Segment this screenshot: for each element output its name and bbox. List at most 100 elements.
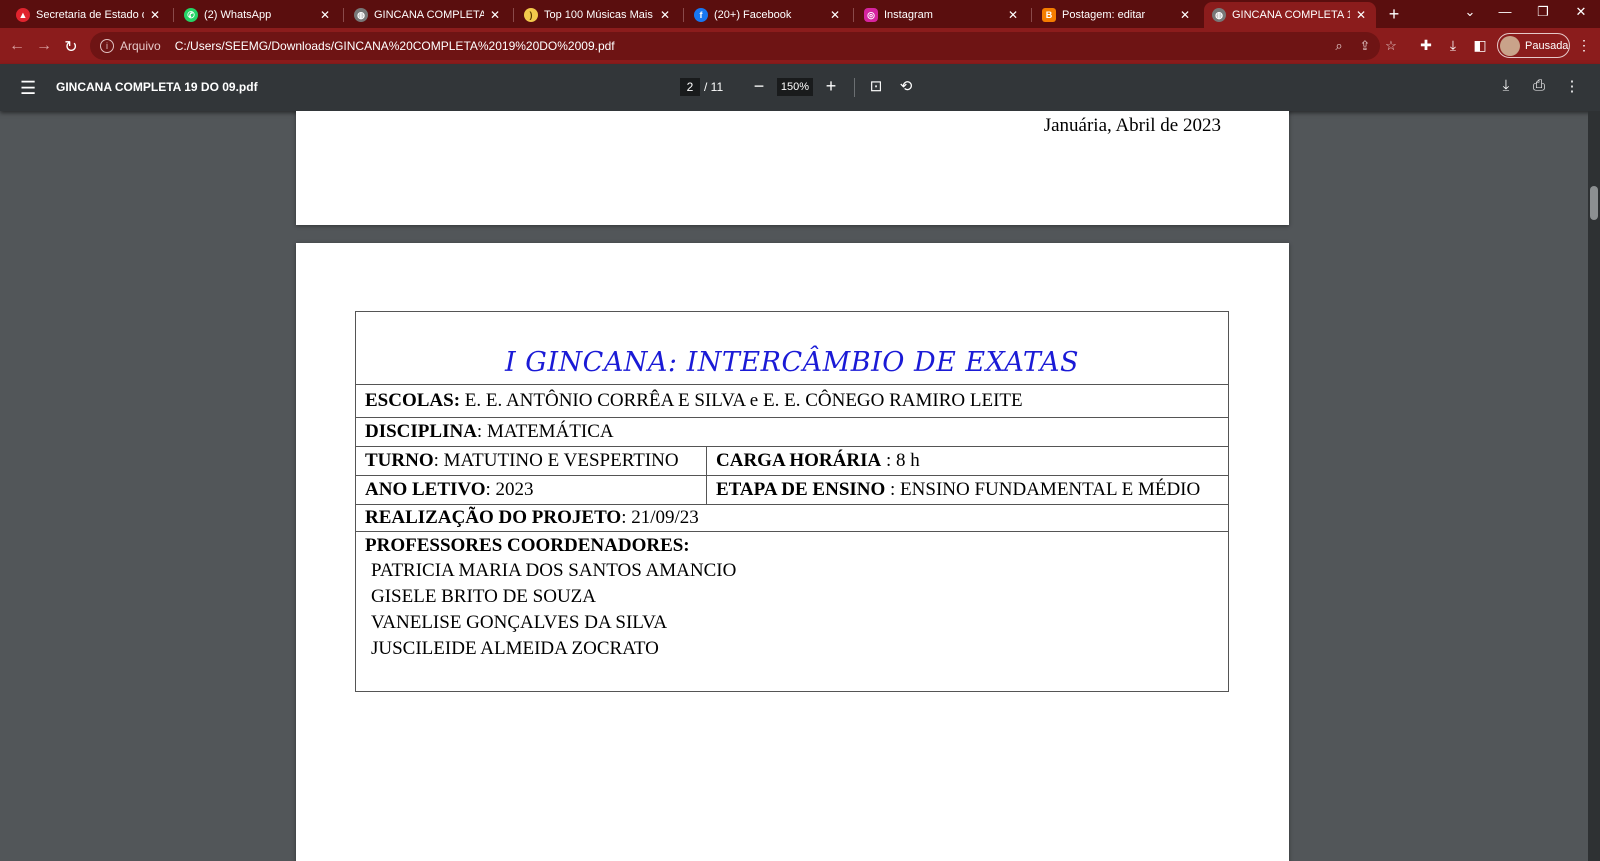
rotate-icon[interactable]: ⟲ [896,77,916,95]
seemg-icon: ▲ [16,8,30,22]
pdf-page-2: I GINCANA: INTERCÂMBIO DE EXATAS ESCOLAS… [296,243,1289,861]
realizacao-row: REALIZAÇÃO DO PROJETO : 21/09/23 [356,504,1228,531]
blogger-icon: B [1042,8,1056,22]
pdf-page-1: Januária, Abril de 2023 [296,111,1289,225]
scheme-label: Arquivo [120,39,161,53]
tab-postagem[interactable]: B Postagem: editar ✕ [1034,2,1200,28]
restore-button[interactable]: ❐ [1528,4,1558,20]
zoom-out-button[interactable]: − [750,76,768,96]
tab-divider [343,8,344,22]
close-icon[interactable]: ✕ [148,8,162,22]
toolbar: ← → ↻ i Arquivo C:/Users/SEEMG/Downloads… [0,28,1600,64]
bookmark-star-icon[interactable]: ☆ [1382,38,1400,54]
pdf-viewer[interactable]: Januária, Abril de 2023 I GINCANA: INTER… [0,111,1600,861]
pdf-filename: GINCANA COMPLETA 19 DO 09.pdf [56,80,258,94]
professor-name: GISELE BRITO DE SOUZA [371,586,597,607]
print-icon[interactable]: ⎙ [1529,77,1549,94]
professor-name: JUSCILEIDE ALMEIDA ZOCRATO [371,638,659,659]
forward-button[interactable]: → [34,37,54,55]
tab-divider [513,8,514,22]
professores-label: PROFESSORES COORDENADORES: [365,535,690,556]
close-icon[interactable]: ✕ [658,8,672,22]
hamburger-menu-icon[interactable]: ☰ [20,78,36,99]
close-window-button[interactable]: ✕ [1566,4,1596,20]
ano-cell: ANO LETIVO : 2023 [356,476,707,504]
escolas-value: E. E. ANTÔNIO CORRÊA E SILVA e E. E. CÔN… [460,390,1023,411]
instagram-icon: ◎ [864,8,878,22]
scrollbar-thumb[interactable] [1590,186,1598,220]
more-menu-icon[interactable]: ⋮ [1574,37,1594,54]
back-button[interactable]: ← [7,37,27,55]
side-panel-icon[interactable]: ◧ [1470,37,1490,54]
tab-search-chevron-icon[interactable]: ⌄ [1455,4,1485,20]
tab-gincana-active[interactable]: ◍ GINCANA COMPLETA 19 D ✕ [1204,2,1376,28]
date-line: Januária, Abril de 2023 [1043,115,1221,136]
close-icon[interactable]: ✕ [1006,8,1020,22]
profile-button[interactable]: Pausada [1497,33,1570,58]
zoom-in-button[interactable]: + [822,76,840,96]
project-title: I GINCANA: INTERCÂMBIO DE EXATAS [505,347,1079,378]
address-bar[interactable]: i Arquivo C:/Users/SEEMG/Downloads/GINCA… [90,32,1397,60]
ano-value: : 2023 [485,479,534,500]
download-pdf-icon[interactable]: ⤓ [1496,77,1516,94]
close-icon[interactable]: ✕ [488,8,502,22]
tab-title: GINCANA COMPLETA 19 D [374,9,484,21]
close-icon[interactable]: ✕ [1354,8,1368,22]
tab-title: Postagem: editar [1062,9,1146,21]
share-icon[interactable]: ⇪ [1356,38,1374,54]
download-icon[interactable]: ⤓ [1443,37,1463,54]
tab-title: Top 100 Músicas Mais Toca [544,9,654,21]
etapa-label: ETAPA DE ENSINO [716,479,886,500]
info-icon[interactable]: i [100,39,114,53]
professor-name: VANELISE GONÇALVES DA SILVA [371,612,668,633]
profile-label: Pausada [1525,39,1569,52]
tab-title: Secretaria de Estado de Ed [36,9,144,21]
close-icon[interactable]: ✕ [318,8,332,22]
tab-title: (2) WhatsApp [204,9,272,21]
avatar [1500,35,1520,56]
fit-page-icon[interactable]: ⊡ [866,77,886,95]
toolbar-divider [854,78,855,97]
page-number-input[interactable]: 2 [680,78,700,96]
minimize-button[interactable]: — [1490,4,1520,19]
zoom-icon[interactable]: ⌕ [1330,38,1348,54]
turno-label: TURNO [365,450,434,471]
tab-whatsapp[interactable]: ✆ (2) WhatsApp ✕ [176,2,340,28]
tab-divider [1031,8,1032,22]
carga-value: : 8 h [885,450,920,471]
url-text[interactable]: C:/Users/SEEMG/Downloads/GINCANA%20COMPL… [175,39,615,53]
professores-row: PROFESSORES COORDENADORES: PATRICIA MARI… [356,531,1228,691]
escolas-row: ESCOLAS: E. E. ANTÔNIO CORRÊA E SILVA e … [356,384,1228,417]
disciplina-value: : MATEMÁTICA [476,421,614,442]
zoom-level-input[interactable]: 150% [777,78,813,96]
tab-divider [683,8,684,22]
vertical-scrollbar[interactable] [1588,111,1600,861]
tab-top100[interactable]: ) Top 100 Músicas Mais Toca ✕ [516,2,680,28]
ano-etapa-row: ANO LETIVO : 2023 ETAPA DE ENSINO : ENSI… [356,475,1228,504]
carga-label: CARGA HORÁRIA [716,450,882,471]
realizacao-label: REALIZAÇÃO DO PROJETO [365,507,622,528]
tab-gincana-1[interactable]: ◍ GINCANA COMPLETA 19 D ✕ [346,2,510,28]
globe-icon: ◍ [1212,8,1226,22]
new-tab-button[interactable]: + [1384,4,1404,25]
close-icon[interactable]: ✕ [828,8,842,22]
pdf-more-icon[interactable]: ⋮ [1562,77,1582,95]
project-table: I GINCANA: INTERCÂMBIO DE EXATAS ESCOLAS… [355,311,1229,692]
banana-icon: ) [524,8,538,22]
reload-button[interactable]: ↻ [61,37,81,57]
turno-cell: TURNO : MATUTINO E VESPERTINO [356,447,707,475]
turno-carga-row: TURNO : MATUTINO E VESPERTINO CARGA HORÁ… [356,446,1228,475]
tab-divider [853,8,854,22]
close-icon[interactable]: ✕ [1178,8,1192,22]
etapa-value: : ENSINO FUNDAMENTAL E MÉDIO [890,479,1201,500]
tab-facebook[interactable]: f (20+) Facebook ✕ [686,2,850,28]
tab-instagram[interactable]: ◎ Instagram ✕ [856,2,1028,28]
carga-cell: CARGA HORÁRIA : 8 h [707,450,920,472]
disciplina-label: DISCIPLINA [365,421,477,442]
extensions-icon[interactable]: ✚ [1416,37,1436,54]
escolas-label: ESCOLAS: [365,390,461,411]
tab-divider [173,8,174,22]
disciplina-row: DISCIPLINA : MATEMÁTICA [356,417,1228,446]
tab-seemg[interactable]: ▲ Secretaria de Estado de Ed ✕ [8,2,170,28]
ano-label: ANO LETIVO [365,479,486,500]
